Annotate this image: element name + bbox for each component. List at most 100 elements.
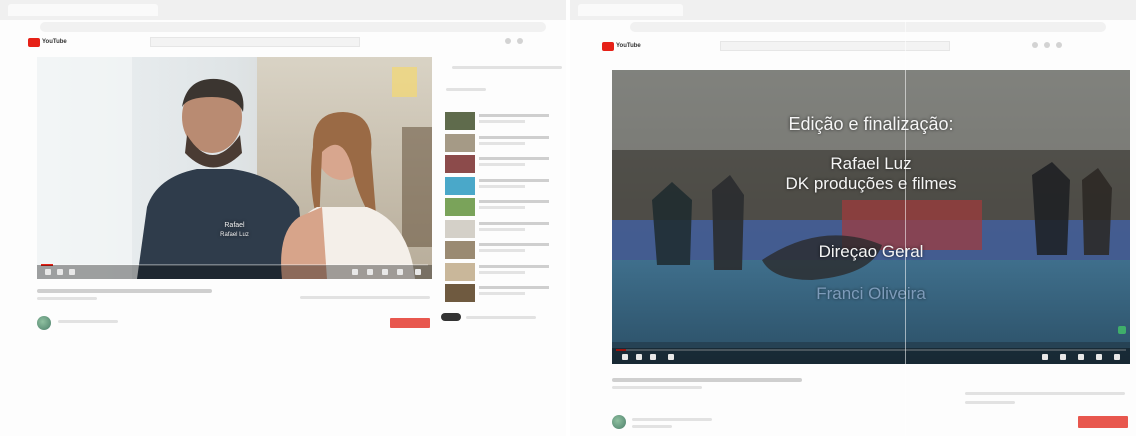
browser-tab-bar <box>0 0 566 20</box>
recommendation-thumbnail[interactable] <box>445 176 475 195</box>
recommendation-thumbnail[interactable] <box>445 241 475 259</box>
time-display <box>668 354 674 360</box>
search-input[interactable] <box>720 41 950 51</box>
recommendation-thumbnail[interactable] <box>445 219 475 238</box>
address-bar[interactable] <box>40 22 546 32</box>
recommendation-item[interactable] <box>445 155 563 173</box>
recommendation-title[interactable] <box>479 178 549 182</box>
video-caption-2: Rafael Luz <box>220 232 249 238</box>
recommendation-item[interactable] <box>445 284 563 302</box>
player-controls <box>612 348 1130 364</box>
play-icon[interactable] <box>45 269 51 275</box>
header-icons <box>1032 42 1062 48</box>
youtube-logo[interactable]: YouTube <box>602 41 641 51</box>
credit-name: Rafael Luz <box>830 154 912 173</box>
recommendation-meta <box>479 249 525 252</box>
channel-avatar[interactable] <box>612 415 626 429</box>
recommendation-thumbnail[interactable] <box>445 198 475 216</box>
recommendation-title[interactable] <box>479 135 549 139</box>
credit-company: DK produções e filmes <box>785 174 957 193</box>
theater-icon[interactable] <box>397 269 403 275</box>
subscribe-button[interactable] <box>390 318 430 328</box>
recommendation-thumbnail[interactable] <box>445 133 475 152</box>
recommendation-thumbnail[interactable] <box>445 112 475 130</box>
recommendation-meta <box>479 292 525 295</box>
youtube-logo[interactable]: YouTube <box>28 37 67 47</box>
channel-name[interactable] <box>632 418 712 421</box>
search-input[interactable] <box>150 37 360 47</box>
settings-icon[interactable] <box>1060 354 1066 360</box>
fullscreen-icon[interactable] <box>1114 354 1120 360</box>
recommendation-meta <box>479 120 525 123</box>
next-video-icon[interactable] <box>1118 326 1126 334</box>
recommendation-title[interactable] <box>479 114 549 117</box>
right-browser-window: YouTube Edição e finalização: Rafael Luz… <box>570 0 1136 436</box>
video-actions[interactable] <box>300 296 430 299</box>
recommendation-thumbnail[interactable] <box>445 155 475 173</box>
credit-role: Direçao Geral <box>818 242 924 261</box>
miniplayer-icon[interactable] <box>382 269 388 275</box>
miniplayer-icon[interactable] <box>1078 354 1084 360</box>
recommendation-item[interactable] <box>445 198 563 216</box>
recommendation-meta <box>479 227 525 231</box>
autoplay-label <box>466 316 536 319</box>
credit-director: Franci Oliveira <box>816 284 926 303</box>
sidebar-header <box>452 66 562 69</box>
video-actions[interactable] <box>965 392 1125 395</box>
browser-tab[interactable] <box>578 4 683 16</box>
recommendation-title[interactable] <box>479 243 549 246</box>
recommendation-item[interactable] <box>445 219 563 238</box>
browser-tab[interactable] <box>8 4 158 16</box>
recommendation-item[interactable] <box>445 133 563 152</box>
recommendation-title[interactable] <box>479 200 549 203</box>
recommendation-thumbnail[interactable] <box>445 262 475 281</box>
account-icon[interactable] <box>1056 42 1062 48</box>
subtitles-icon[interactable] <box>1042 354 1048 360</box>
subscribe-button[interactable] <box>1078 416 1128 428</box>
settings-icon[interactable] <box>367 269 373 275</box>
youtube-logo-icon <box>602 41 614 51</box>
video-frame <box>37 57 432 279</box>
upload-icon[interactable] <box>505 38 511 44</box>
autoplay-toggle[interactable] <box>441 313 461 321</box>
page-fold-line <box>905 20 906 436</box>
recommendation-item[interactable] <box>445 176 563 195</box>
channel-name[interactable] <box>58 320 118 323</box>
recommendation-meta <box>479 141 525 145</box>
view-count <box>612 386 702 389</box>
video-player[interactable]: Edição e finalização: Rafael Luz DK prod… <box>612 70 1130 364</box>
volume-icon[interactable] <box>69 269 75 275</box>
player-controls <box>37 265 432 279</box>
recommendation-meta <box>479 206 525 209</box>
youtube-header: YouTube <box>0 34 566 52</box>
youtube-logo-icon <box>28 37 40 47</box>
next-icon[interactable] <box>636 354 642 360</box>
theater-icon[interactable] <box>1096 354 1102 360</box>
recommendation-item[interactable] <box>445 241 563 259</box>
recommendation-item[interactable] <box>445 112 563 130</box>
video-player[interactable]: Rafael Rafael Luz <box>37 57 432 279</box>
recommendation-thumbnail[interactable] <box>445 284 475 302</box>
channel-avatar[interactable] <box>37 316 51 330</box>
youtube-header: YouTube <box>570 38 1136 56</box>
recommendation-title[interactable] <box>479 221 549 225</box>
left-browser-window: YouTube Rafael Rafael Luz <box>0 0 566 436</box>
volume-icon[interactable] <box>650 354 656 360</box>
recommendation-item[interactable] <box>445 262 563 281</box>
subtitles-icon[interactable] <box>352 269 358 275</box>
logo-text: YouTube <box>42 39 67 45</box>
browser-tab-bar <box>570 0 1136 20</box>
subscriber-count <box>632 425 672 428</box>
apps-icon[interactable] <box>1044 42 1050 48</box>
logo-text: YouTube <box>616 43 641 49</box>
play-icon[interactable] <box>622 354 628 360</box>
recommendation-title[interactable] <box>479 286 549 289</box>
next-icon[interactable] <box>57 269 63 275</box>
upload-icon[interactable] <box>1032 42 1038 48</box>
address-bar[interactable] <box>630 22 1106 32</box>
recommendation-title[interactable] <box>479 157 549 160</box>
up-next-label <box>446 88 486 91</box>
fullscreen-icon[interactable] <box>415 269 421 275</box>
account-icon[interactable] <box>517 38 523 44</box>
recommendation-title[interactable] <box>479 264 549 268</box>
